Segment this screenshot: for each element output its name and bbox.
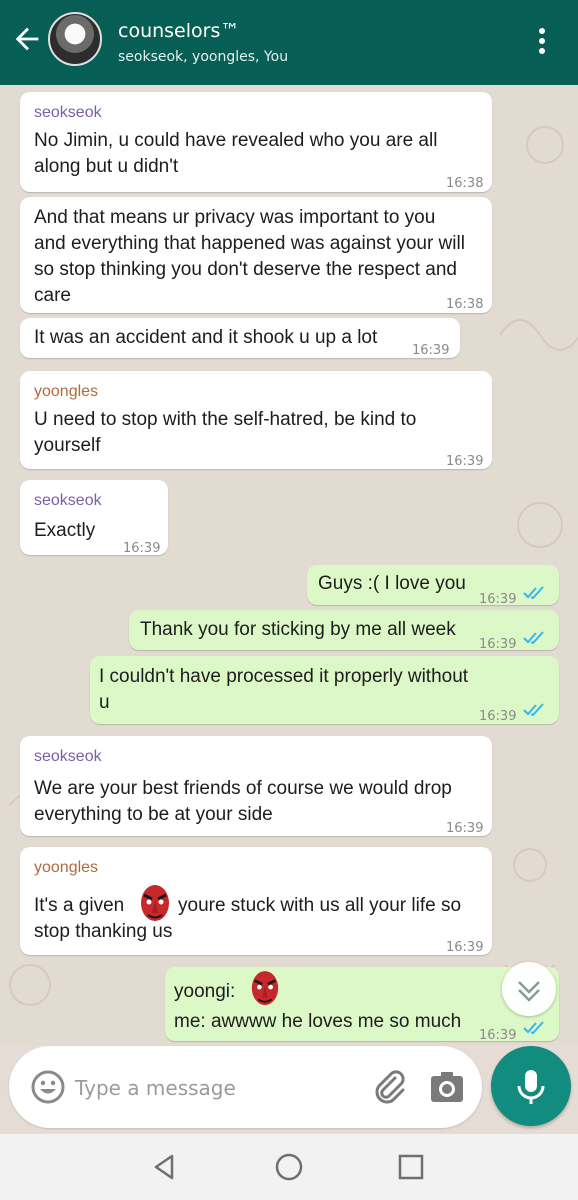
message-text: yourself	[34, 435, 101, 456]
message-text: everything to be at your side	[34, 804, 273, 825]
back-arrow-icon[interactable]	[10, 22, 44, 56]
outgoing-message[interactable]: I couldn't have processed it properly wi…	[90, 656, 559, 724]
sender-name: yoongles	[34, 859, 99, 876]
chevron-down-icon	[518, 981, 540, 1002]
attach-icon[interactable]	[371, 1068, 407, 1104]
message-text: so stop thinking you don't deserve the r…	[34, 259, 457, 280]
incoming-message[interactable]: seokseok We are your best friends of cou…	[20, 736, 492, 836]
message-time: 16:39	[479, 1028, 517, 1043]
message-text: Thank you for sticking by me all week	[140, 619, 456, 640]
message-text: U need to stop with the self-hatred, be …	[34, 409, 417, 430]
group-avatar[interactable]	[48, 12, 102, 66]
message-text: youre stuck with us all your life so	[178, 895, 462, 916]
double-check-icon	[523, 1021, 544, 1035]
message-time: 16:39	[479, 637, 517, 652]
message-time: 16:39	[123, 541, 161, 556]
sender-name: yoongles	[34, 383, 99, 400]
message-text: u	[99, 692, 110, 713]
message-time: 16:39	[446, 454, 484, 469]
message-text: stop thanking us	[34, 921, 173, 942]
nav-back-icon[interactable]	[148, 1150, 182, 1184]
mic-icon	[517, 1070, 545, 1104]
message-text: I couldn't have processed it properly wi…	[99, 666, 469, 687]
tengu-mask-emoji	[251, 971, 279, 1005]
message-text: me: awwww he loves me so much	[174, 1011, 462, 1032]
message-text: It's a given	[34, 895, 125, 916]
nav-recents-icon[interactable]	[394, 1150, 428, 1184]
message-text: And that means ur privacy was important …	[34, 207, 436, 228]
outgoing-message[interactable]: Guys :( I love you 16:39	[307, 565, 559, 607]
incoming-message[interactable]: seokseok No Jimin, u could have revealed…	[20, 92, 492, 192]
outgoing-message[interactable]: Thank you for sticking by me all week 16…	[129, 610, 559, 652]
nav-home-icon[interactable]	[272, 1150, 306, 1184]
emoji-icon[interactable]	[31, 1070, 65, 1104]
system-navigation-bar	[0, 1134, 578, 1200]
sender-name: seokseok	[34, 748, 102, 765]
message-text: care	[34, 285, 71, 306]
sender-name: seokseok	[34, 104, 102, 121]
incoming-message[interactable]: And that means ur privacy was important …	[20, 197, 492, 313]
message-text: We are your best friends of course we wo…	[34, 778, 452, 799]
message-composer: Type a message	[9, 1046, 482, 1128]
message-text: and everything that happened was against…	[34, 233, 465, 254]
message-time: 16:39	[412, 343, 450, 358]
message-time: 16:39	[446, 821, 484, 836]
incoming-message[interactable]: yoongles It's a given youre stuck with u…	[20, 847, 492, 955]
outgoing-message[interactable]: yoongi: me: awwww he loves me so much 16…	[165, 967, 559, 1043]
voice-record-button[interactable]	[491, 1046, 571, 1126]
message-time: 16:39	[479, 709, 517, 724]
sender-name: seokseok	[34, 492, 102, 509]
incoming-message[interactable]: seokseok Exactly 16:39	[20, 480, 168, 556]
scroll-to-bottom-button[interactable]	[502, 962, 556, 1016]
incoming-message[interactable]: It was an accident and it shook u up a l…	[20, 318, 460, 358]
message-list[interactable]: seokseok No Jimin, u could have revealed…	[0, 85, 578, 1045]
message-text: along but u didn't	[34, 156, 179, 177]
message-text: Exactly	[34, 520, 96, 541]
message-text: It was an accident and it shook u up a l…	[34, 327, 378, 348]
double-check-icon	[523, 631, 544, 645]
chat-header: counselors™ seokseok, yoongles, You	[0, 0, 578, 85]
double-check-icon	[523, 703, 544, 717]
more-vert-icon[interactable]	[530, 24, 554, 58]
message-text: No Jimin, u could have revealed who you …	[34, 130, 438, 151]
incoming-message[interactable]: yoongles U need to stop with the self-ha…	[20, 371, 492, 469]
chat-title[interactable]: counselors™	[118, 20, 239, 42]
message-time: 16:38	[446, 297, 484, 312]
message-time: 16:38	[446, 176, 484, 191]
chat-participants[interactable]: seokseok, yoongles, You	[118, 49, 288, 65]
message-text: yoongi:	[174, 981, 236, 1002]
message-time: 16:39	[446, 940, 484, 955]
double-check-icon	[523, 586, 544, 600]
message-input[interactable]: Type a message	[75, 1076, 236, 1100]
camera-icon[interactable]	[429, 1070, 465, 1104]
message-text: Guys :( I love you	[318, 573, 466, 594]
